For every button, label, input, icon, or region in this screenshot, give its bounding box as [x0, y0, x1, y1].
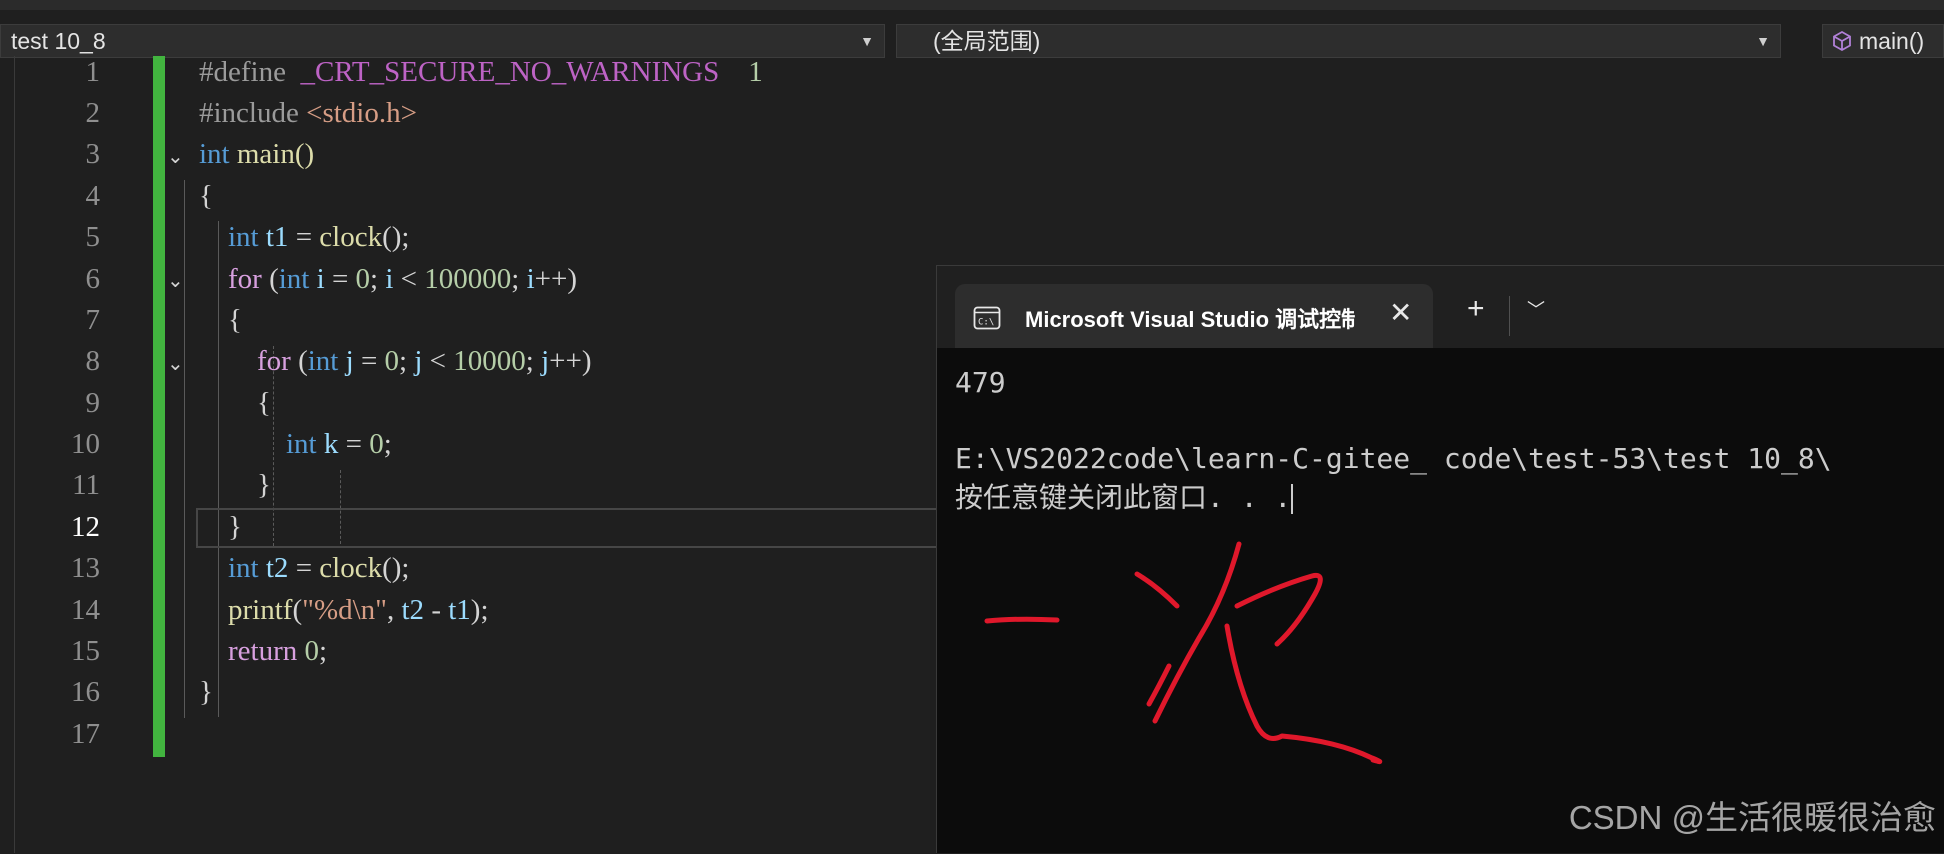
- stroke-dot-upper: [1134, 571, 1180, 609]
- code-line-14: printf("%d\n", t2 - t1);: [228, 594, 489, 626]
- code-line-8: for (int j = 0; j < 10000; j++): [257, 345, 592, 377]
- handwritten-annotation: 一次: [984, 541, 1383, 765]
- change-tracking-bar: [153, 56, 165, 757]
- fold-chevron-icon[interactable]: ⌄: [167, 144, 184, 169]
- gutter-divider: [14, 56, 15, 853]
- line-number: 4: [85, 180, 101, 212]
- project-dropdown[interactable]: test 10_8 ▼: [0, 24, 885, 58]
- watermark: CSDN @生活很暖很治愈: [1568, 799, 1936, 836]
- code-line-16: }: [199, 676, 213, 708]
- chevron-down-icon: ▼: [1756, 33, 1770, 49]
- code-line-2: #include <stdio.h>: [199, 97, 417, 129]
- line-number: 6: [85, 263, 101, 295]
- stroke-horizontal: [984, 616, 1060, 624]
- indent-guide: [184, 180, 186, 718]
- line-number: 15: [71, 635, 100, 667]
- chevron-down-icon: ▼: [860, 33, 874, 49]
- project-name: test 10_8: [11, 28, 106, 54]
- code-line-15: return 0;: [228, 635, 328, 667]
- code-line-11: }: [257, 469, 271, 501]
- navigation-bar: test 10_8 ▼ (全局范围) ▼ main(): [0, 0, 1944, 58]
- line-number: 11: [72, 469, 100, 501]
- debug-console-window[interactable]: C:\ Microsoft Visual Studio 调试控制台 ✕ + ﹀ …: [936, 265, 1944, 853]
- line-number: 16: [71, 676, 100, 708]
- code-line-5: int t1 = clock();: [228, 221, 410, 253]
- scope-dropdown[interactable]: (全局范围) ▼: [896, 24, 1781, 58]
- line-number: 13: [71, 552, 100, 584]
- line-number: 7: [85, 304, 101, 336]
- code-line-13: int t2 = clock();: [228, 552, 410, 584]
- stroke-top-hook: [1234, 572, 1323, 647]
- line-number: 2: [85, 97, 101, 129]
- line-number: 3: [85, 138, 101, 170]
- code-line-1: #define _CRT_SECURE_NO_WARNINGS 1: [199, 56, 763, 88]
- member-dropdown[interactable]: main(): [1822, 24, 1944, 58]
- line-number: 17: [71, 718, 100, 750]
- code-line-12: }: [228, 511, 242, 543]
- fold-chevron-icon[interactable]: ⌄: [167, 351, 184, 376]
- cube-icon: [1833, 30, 1851, 52]
- line-number: 10: [71, 428, 100, 460]
- code-line-7: {: [228, 304, 242, 336]
- stroke-right-sweep: [1224, 623, 1383, 765]
- scope-name: (全局范围): [933, 28, 1041, 54]
- line-number: 1: [85, 56, 101, 88]
- code-line-4: {: [199, 180, 213, 212]
- current-line-highlight: [196, 508, 936, 548]
- line-number: 14: [71, 594, 100, 626]
- code-line-3: int main(): [199, 138, 315, 170]
- line-number: 8: [85, 345, 101, 377]
- fold-chevron-icon[interactable]: ⌄: [167, 268, 184, 293]
- line-number-active: 12: [71, 511, 100, 543]
- line-number: 5: [85, 221, 101, 253]
- member-name: main(): [1859, 28, 1925, 54]
- code-line-10: int k = 0;: [286, 428, 392, 460]
- code-line-9: {: [257, 387, 271, 419]
- line-number: 9: [85, 387, 101, 419]
- code-line-6: for (int i = 0; i < 100000; i++): [228, 263, 578, 295]
